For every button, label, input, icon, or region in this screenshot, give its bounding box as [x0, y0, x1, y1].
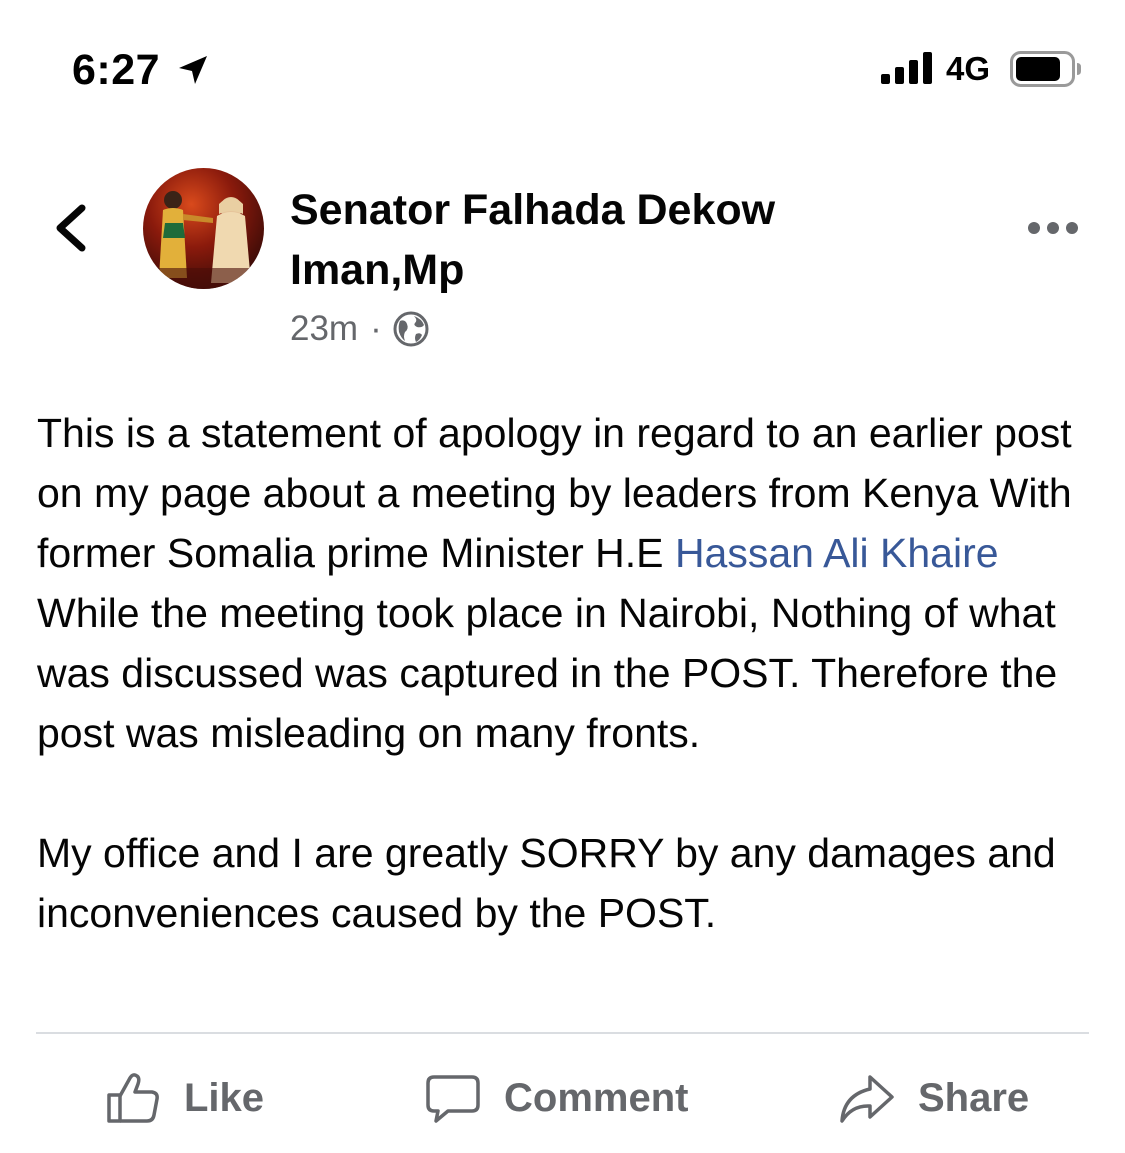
post-timestamp[interactable]: 23m — [290, 309, 358, 349]
battery-icon — [1010, 51, 1081, 87]
like-button[interactable]: Like — [104, 1058, 264, 1138]
status-time: 6:27 — [72, 46, 161, 94]
meta-separator: · — [370, 309, 382, 348]
signal-bars-icon — [881, 52, 932, 84]
more-options-icon[interactable] — [1024, 210, 1082, 246]
share-button[interactable]: Share — [838, 1058, 1029, 1138]
comment-label: Comment — [504, 1075, 689, 1120]
share-label: Share — [918, 1075, 1030, 1120]
comment-button[interactable]: Comment — [424, 1058, 688, 1138]
back-chevron-icon[interactable] — [44, 198, 100, 258]
location-arrow-icon — [179, 56, 207, 84]
share-arrow-icon — [840, 1075, 894, 1123]
post-paragraph: This is a statement of apology in regard… — [37, 403, 1097, 763]
mention-link[interactable]: Hassan Ali Khaire — [675, 530, 999, 576]
post-text: While the meeting took place in Nairobi,… — [37, 590, 1058, 756]
globe-icon — [393, 311, 429, 347]
post-meta: 23m · — [290, 305, 430, 353]
author-name[interactable]: Senator Falhada Dekow Iman,Mp — [290, 180, 930, 300]
post-body: This is a statement of apology in regard… — [37, 403, 1097, 943]
comment-icon — [426, 1075, 480, 1123]
status-bar: 6:27 4G — [0, 0, 1125, 140]
avatar[interactable] — [143, 168, 264, 289]
action-bar: Like Comment Share — [0, 1058, 1125, 1138]
like-label: Like — [184, 1075, 265, 1120]
thumbs-up-icon — [107, 1073, 159, 1123]
divider — [36, 1032, 1089, 1034]
network-type-label: 4G — [946, 50, 991, 87]
post-paragraph: My office and I are greatly SORRY by any… — [37, 830, 1056, 936]
